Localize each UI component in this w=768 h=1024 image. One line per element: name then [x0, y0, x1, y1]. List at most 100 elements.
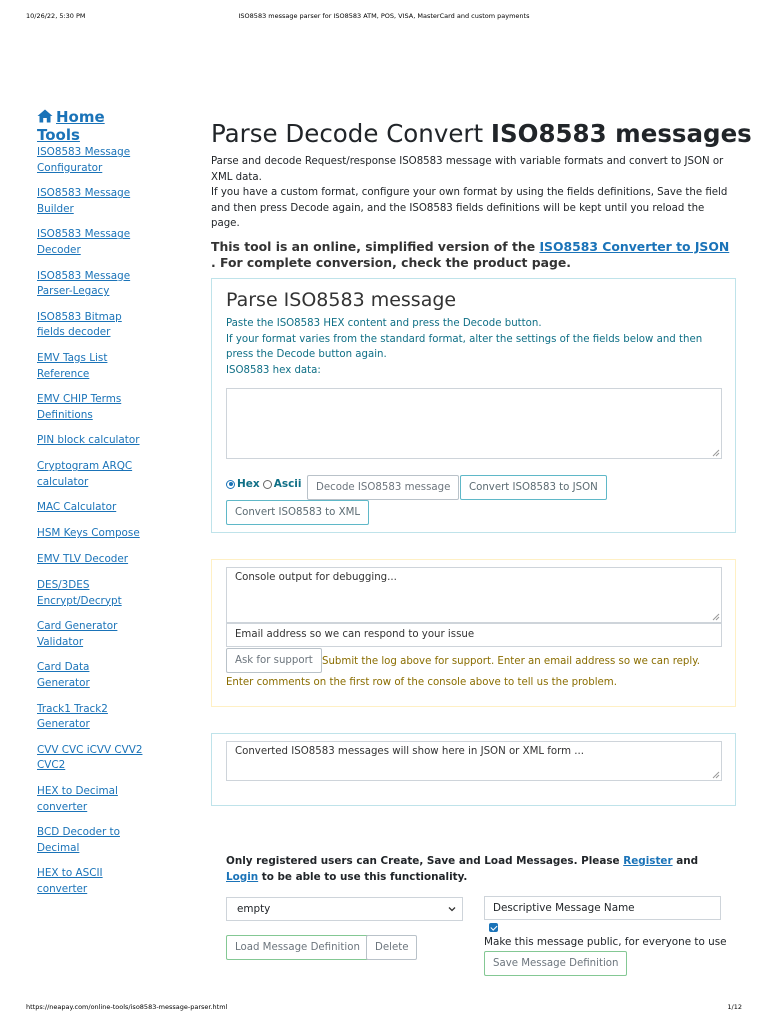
ascii-radio[interactable]: [262, 479, 272, 489]
sidebar-link-line: CVC2: [37, 759, 66, 772]
sidebar-item: EMV CHIP Terms Definitions: [37, 392, 187, 423]
hex-radio[interactable]: [226, 479, 235, 489]
sidebar-link-line: Parser-Legacy: [37, 285, 110, 298]
converted-output-textarea[interactable]: Converted ISO8583 messages will show her…: [226, 741, 722, 781]
sidebar-link-line: HEX to Decimal: [37, 785, 118, 797]
sidebar-link-line: Validator: [37, 635, 84, 648]
sidebar-link[interactable]: EMV TLV Decoder: [37, 552, 187, 568]
resize-grip-icon[interactable]: [712, 449, 720, 457]
hex-radio-label: Hex: [237, 478, 260, 490]
sidebar-link-line: Builder: [37, 202, 74, 215]
help-line-2: If your format varies from the standard …: [226, 333, 703, 361]
hex-data-textarea[interactable]: [226, 388, 722, 459]
sidebar-item: CVV CVC iCVV CVV2 CVC2: [37, 743, 187, 774]
load-definition-button[interactable]: Load Message Definition: [226, 935, 369, 960]
sidebar-link[interactable]: Cryptogram ARQC calculator: [37, 459, 187, 490]
sidebar-item: ISO8583 Bitmap fields decoder: [37, 310, 187, 341]
sidebar-link-line: ISO8583 Message: [37, 146, 131, 158]
register-notice: Only registered users can Create, Save a…: [226, 855, 699, 883]
resize-grip-icon[interactable]: [712, 771, 720, 779]
sidebar-link-line: EMV CHIP Terms: [37, 393, 122, 406]
public-checkbox-label: Make this message public, for everyone t…: [484, 936, 727, 948]
sidebar-item: BCD Decoder to Decimal: [37, 825, 187, 856]
sidebar-link-line: converter: [37, 800, 88, 813]
sidebar-link-line: converter: [37, 882, 88, 895]
sidebar-link[interactable]: ISO8583 Message Decoder: [37, 227, 187, 258]
home-icon: [37, 109, 53, 123]
message-select[interactable]: empty: [226, 897, 463, 921]
sidebar-link[interactable]: CVV CVC iCVV CVV2 CVC2: [37, 743, 187, 774]
sidebar-item: DES/3DES Encrypt/Decrypt: [37, 578, 187, 609]
sidebar-link-line: DES/3DES: [37, 579, 90, 592]
delete-button[interactable]: Delete: [366, 935, 418, 960]
sidebar-link[interactable]: BCD Decoder to Decimal: [37, 825, 187, 856]
sidebar-item: ISO8583 Message Parser-Legacy: [37, 269, 187, 300]
sidebar-link-line: Track1 Track2: [37, 702, 108, 715]
sidebar-link[interactable]: MAC Calculator: [37, 500, 187, 516]
support-instructions: Submit the log above for support. Enter …: [226, 656, 701, 688]
decode-button[interactable]: Decode ISO8583 message: [307, 475, 460, 500]
page-title: Parse Decode Convert ISO8583 messages: [211, 119, 752, 148]
sidebar-link[interactable]: ISO8583 Message Builder: [37, 186, 187, 217]
convert-xml-button[interactable]: Convert ISO8583 to XML: [226, 500, 370, 525]
public-checkbox[interactable]: [489, 923, 498, 932]
print-footer: https://neapay.com/online-tools/iso8583-…: [0, 1003, 768, 1015]
resize-grip-icon[interactable]: [712, 613, 720, 621]
intro-paragraph-2: If you have a custom format, configure y…: [211, 187, 728, 230]
sidebar-item: Track1 Track2 Generator: [37, 702, 187, 733]
sidebar-link[interactable]: Card Data Generator: [37, 660, 187, 691]
sidebar-item: ISO8583 Message Builder: [37, 186, 187, 217]
sidebar-link-line: Encrypt/Decrypt: [37, 594, 122, 607]
save-definition-button[interactable]: Save Message Definition: [484, 951, 628, 976]
converter-product-link[interactable]: ISO8583 Converter to JSON: [539, 239, 729, 254]
sidebar-link[interactable]: PIN block calculator: [37, 433, 187, 449]
sidebar-link-line: fields decoder: [37, 326, 111, 339]
sidebar-link[interactable]: HSM Keys Compose: [37, 526, 187, 542]
register-link[interactable]: Register: [623, 855, 672, 867]
sidebar-link[interactable]: ISO8583 Message Parser-Legacy: [37, 269, 187, 300]
sidebar-link[interactable]: ISO8583 Bitmap fields decoder: [37, 310, 187, 341]
parse-help: Paste the ISO8583 HEX content and press …: [226, 316, 726, 378]
hex-data-label: ISO8583 hex data:: [226, 364, 321, 376]
sidebar-link-line: CVV CVC iCVV CVV2: [37, 743, 143, 756]
home-label: Home: [56, 108, 105, 126]
sidebar-link-line: Generator: [37, 718, 90, 731]
sidebar-link-line: HEX to ASCII: [37, 867, 103, 880]
sidebar-link-line: Decimal: [37, 841, 80, 854]
sidebar-link-line: ISO8583 Message: [37, 269, 131, 282]
sidebar-item: PIN block calculator: [37, 433, 187, 449]
help-line-1: Paste the ISO8583 HEX content and press …: [226, 318, 542, 329]
message-name-input[interactable]: Descriptive Message Name: [484, 896, 721, 920]
sidebar-item: EMV Tags List Reference: [37, 351, 187, 382]
sidebar-link[interactable]: Card Generator Validator: [37, 619, 187, 650]
login-link[interactable]: Login: [226, 871, 258, 883]
convert-json-button[interactable]: Convert ISO8583 to JSON: [460, 475, 607, 500]
sidebar-item: EMV TLV Decoder: [37, 552, 187, 568]
sidebar-link-line: ISO8583 Message: [37, 228, 131, 241]
parse-card: Parse ISO8583 message Paste the ISO8583 …: [211, 278, 736, 533]
sidebar-item: MAC Calculator: [37, 500, 187, 516]
console-textarea[interactable]: Console output for debugging...: [226, 567, 722, 623]
sidebar-link[interactable]: Track1 Track2 Generator: [37, 702, 187, 733]
tools-link[interactable]: Tools: [37, 126, 187, 144]
support-email-input[interactable]: Email address so we can respond to your …: [226, 623, 722, 647]
main-content: Parse Decode Convert ISO8583 messages Pa…: [211, 117, 752, 271]
intro-text: Parse and decode Request/response ISO858…: [211, 154, 736, 232]
sidebar-item: ISO8583 Message Decoder: [37, 227, 187, 258]
sidebar-link[interactable]: EMV Tags List Reference: [37, 351, 187, 382]
sidebar-link[interactable]: HEX to Decimal converter: [37, 784, 187, 815]
sidebar-link-line: Cryptogram ARQC: [37, 460, 133, 473]
sidebar: Home Tools ISO8583 Message Configurator IS…: [37, 108, 187, 908]
sidebar-link[interactable]: ISO8583 Message Configurator: [37, 145, 187, 176]
sidebar-link-line: Configurator: [37, 161, 103, 174]
sidebar-link[interactable]: HEX to ASCII converter: [37, 866, 187, 897]
sidebar-link[interactable]: DES/3DES Encrypt/Decrypt: [37, 578, 187, 609]
format-radio-group: Hex Ascii: [226, 478, 305, 490]
sidebar-link-line: Generator: [37, 677, 90, 690]
sidebar-link[interactable]: EMV CHIP Terms Definitions: [37, 392, 187, 423]
converted-card: Converted ISO8583 messages will show her…: [211, 733, 736, 806]
sidebar-item: HSM Keys Compose: [37, 526, 187, 542]
home-link[interactable]: Home: [37, 108, 187, 126]
sidebar-link-line: BCD Decoder to: [37, 826, 120, 839]
sidebar-link-line: HSM Keys Compose: [37, 527, 140, 540]
